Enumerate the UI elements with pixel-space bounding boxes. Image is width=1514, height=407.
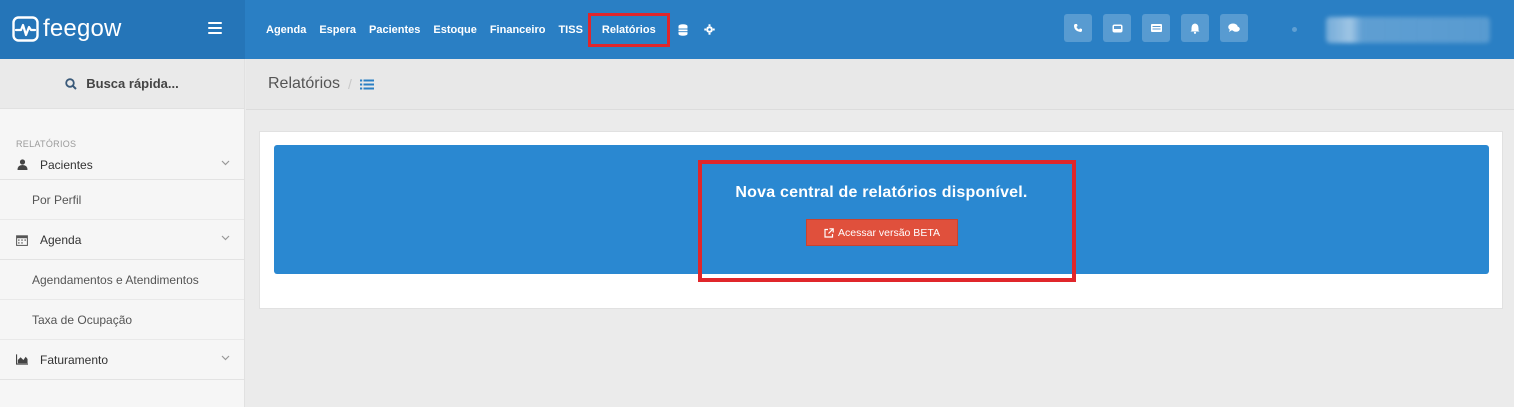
sidebar-group-faturamento[interactable]: Faturamento bbox=[0, 340, 244, 380]
sidebar-item-taxa-ocupacao[interactable]: Taxa de Ocupação bbox=[0, 300, 244, 340]
logo[interactable]: feegow bbox=[12, 15, 122, 43]
breadcrumb: Relatórios / bbox=[246, 59, 1514, 110]
sidebar-group-label: Pacientes bbox=[40, 157, 93, 172]
chat-icon[interactable] bbox=[1220, 14, 1248, 42]
chevron-down-icon bbox=[221, 160, 230, 166]
nav-estoque[interactable]: Estoque bbox=[427, 21, 482, 39]
nav-agenda[interactable]: Agenda bbox=[260, 21, 312, 39]
nav-espera[interactable]: Espera bbox=[313, 21, 362, 39]
content-panel: Nova central de relatórios disponível. A… bbox=[259, 131, 1503, 309]
inbox-icon[interactable] bbox=[1103, 14, 1131, 42]
sidebar-item-agendamentos[interactable]: Agendamentos e Atendimentos bbox=[0, 260, 244, 300]
nav-tiss[interactable]: TISS bbox=[552, 21, 588, 39]
top-action-buttons bbox=[1064, 14, 1248, 42]
search-label: Busca rápida... bbox=[86, 76, 179, 91]
sidebar-group-pacientes[interactable]: Pacientes bbox=[0, 150, 244, 180]
chevron-down-icon bbox=[221, 355, 230, 361]
chevron-down-icon bbox=[221, 235, 230, 241]
brand-area: feegow bbox=[0, 0, 245, 59]
sidebar-group-label: Faturamento bbox=[40, 352, 109, 367]
page-title: Relatórios bbox=[268, 75, 341, 92]
list-icon[interactable] bbox=[359, 79, 374, 90]
highlight-box bbox=[698, 160, 1076, 282]
gear-icon[interactable] bbox=[696, 21, 723, 39]
sidebar: Busca rápida... RELATÓRIOS Pacientes Por… bbox=[0, 59, 245, 407]
user-profile-blurred[interactable] bbox=[1326, 17, 1490, 43]
area-chart-icon bbox=[16, 354, 28, 366]
nav-relatorios[interactable]: Relatórios bbox=[587, 12, 670, 47]
user-icon bbox=[16, 159, 28, 171]
bell-icon[interactable] bbox=[1181, 14, 1209, 42]
sidebar-group-agenda[interactable]: Agenda bbox=[0, 220, 244, 260]
nav-pacientes[interactable]: Pacientes bbox=[363, 21, 426, 39]
heartbeat-logo-icon bbox=[12, 16, 39, 42]
brand-name: feegow bbox=[43, 15, 122, 42]
card-icon[interactable] bbox=[1142, 14, 1170, 42]
nav-financeiro[interactable]: Financeiro bbox=[484, 21, 552, 39]
main-nav: Agenda Espera Pacientes Estoque Financei… bbox=[260, 0, 723, 59]
top-navbar: feegow Agenda Espera Pacientes Estoque F… bbox=[0, 0, 1514, 59]
sidebar-item-por-perfil[interactable]: Por Perfil bbox=[0, 180, 244, 220]
menu-toggle-icon[interactable] bbox=[208, 22, 222, 36]
database-icon[interactable] bbox=[670, 21, 696, 39]
search-icon bbox=[65, 77, 77, 90]
quick-search[interactable]: Busca rápida... bbox=[0, 59, 244, 109]
phone-icon[interactable] bbox=[1064, 14, 1092, 42]
calendar-icon bbox=[16, 234, 28, 246]
breadcrumb-separator: / bbox=[348, 76, 352, 92]
beta-banner: Nova central de relatórios disponível. A… bbox=[274, 145, 1489, 282]
sidebar-group-label: Agenda bbox=[40, 232, 82, 247]
status-dot bbox=[1292, 27, 1297, 32]
